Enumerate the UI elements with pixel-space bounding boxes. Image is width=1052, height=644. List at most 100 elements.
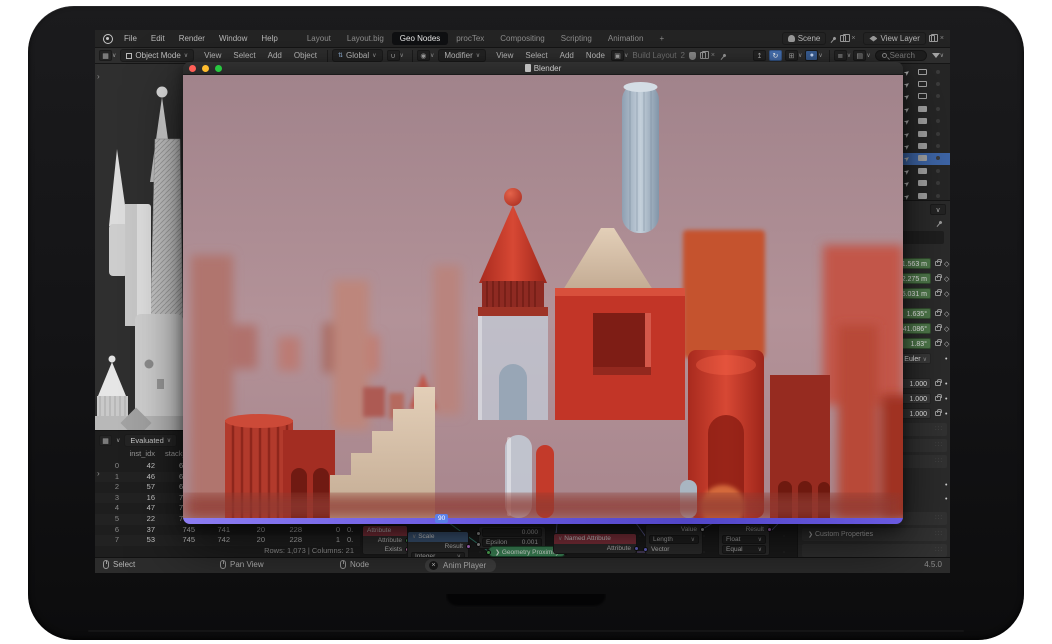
- modifier-selector[interactable]: Modifier∨: [438, 49, 486, 62]
- socket-value-in[interactable]: [476, 531, 481, 536]
- socket-result-out[interactable]: [767, 527, 772, 532]
- viewport-menu-object[interactable]: Object: [288, 51, 323, 60]
- viewport-menu-view[interactable]: View: [198, 51, 227, 60]
- value-field[interactable]: 0.000: [482, 528, 542, 537]
- scene-copy-icon[interactable]: [840, 35, 846, 42]
- compare-operation-dropdown[interactable]: Equal∨: [722, 545, 766, 554]
- viewport-visibility-icon[interactable]: [918, 118, 927, 124]
- menu-help[interactable]: Help: [254, 34, 284, 43]
- current-frame-indicator[interactable]: 90: [435, 514, 448, 523]
- node-group-pin-icon[interactable]: [722, 53, 726, 57]
- selectable-toggle-icon[interactable]: ➤: [902, 142, 912, 152]
- viewport-editor-type-icon[interactable]: ▦: [99, 50, 112, 61]
- spreadsheet-editor-icon[interactable]: ▦: [99, 435, 112, 446]
- viewport-visibility-icon[interactable]: [918, 180, 927, 186]
- blender-logo-icon[interactable]: [103, 34, 113, 44]
- mode-selector[interactable]: Object Mode∨: [120, 49, 194, 62]
- workspace-tab-layout[interactable]: Layout: [299, 32, 339, 45]
- menu-render[interactable]: Render: [172, 34, 212, 43]
- scene-pin-icon[interactable]: [833, 36, 837, 40]
- anim-player-button[interactable]: × Anim Player: [425, 559, 496, 572]
- transform-orientation-selector[interactable]: ⇅ Global∨: [332, 49, 383, 62]
- workspace-tab-geo-nodes[interactable]: Geo Nodes: [392, 32, 448, 45]
- node-menu-view[interactable]: View: [490, 51, 519, 60]
- keyframe-icon[interactable]: ◇: [944, 338, 949, 351]
- node-group-icon[interactable]: ▣: [611, 50, 624, 61]
- viewport-expand-chevron[interactable]: ›: [97, 72, 100, 81]
- selectable-toggle-icon[interactable]: ➤: [902, 68, 912, 78]
- view-layer-remove-icon[interactable]: ×: [940, 35, 944, 42]
- view-layer-copy-icon[interactable]: [929, 35, 935, 42]
- viewport-visibility-icon[interactable]: [918, 168, 927, 174]
- viewport-visibility-icon[interactable]: [918, 143, 927, 149]
- socket-result[interactable]: [466, 544, 471, 549]
- menu-window[interactable]: Window: [212, 34, 254, 43]
- selectable-toggle-icon[interactable]: ➤: [902, 179, 912, 189]
- table-row[interactable]: 7537457422022810.: [95, 535, 360, 546]
- outliner-editor-icon[interactable]: ▤: [853, 50, 866, 61]
- keyframe-icon[interactable]: ◇: [944, 288, 949, 301]
- lock-icon[interactable]: [935, 411, 941, 416]
- snap-toggle-icon[interactable]: ∪: [387, 50, 400, 61]
- node-menu-node[interactable]: Node: [580, 51, 611, 60]
- workspace-tab-scripting[interactable]: Scripting: [553, 32, 600, 45]
- node-title[interactable]: ∨ Scale: [408, 532, 468, 542]
- custom-properties-panel[interactable]: ❯ Custom Properties:::: [802, 528, 947, 541]
- node-vector-math[interactable]: Value Length∨ Vector: [645, 524, 703, 555]
- outliner-display-mode-icon[interactable]: ≣: [834, 50, 847, 61]
- viewport-visibility-icon[interactable]: [918, 106, 927, 112]
- render-window-titlebar[interactable]: Blender: [183, 62, 903, 75]
- animate-dot[interactable]: •: [945, 393, 947, 406]
- view-layer-selector[interactable]: View Layer: [863, 32, 925, 45]
- workspace-tab-compositing[interactable]: Compositing: [492, 32, 552, 45]
- workspace-tab-proctex[interactable]: procTex: [448, 32, 492, 45]
- viewport-visibility-icon[interactable]: [918, 193, 927, 199]
- keyframe-icon[interactable]: ◇: [944, 308, 949, 321]
- viewport-menu-add[interactable]: Add: [262, 51, 288, 60]
- socket-vector-in[interactable]: [643, 547, 648, 552]
- scene-unlink-icon[interactable]: ×: [851, 35, 855, 42]
- lock-icon[interactable]: [935, 276, 941, 281]
- lock-icon[interactable]: [935, 341, 941, 346]
- node-compare[interactable]: Result Float∨ Equal∨: [718, 524, 770, 556]
- vector-math-operation-dropdown[interactable]: Length∨: [649, 535, 699, 544]
- viewport-visibility-icon[interactable]: [918, 81, 927, 87]
- outliner-filter-icon[interactable]: [932, 53, 940, 58]
- lock-icon[interactable]: [935, 396, 941, 401]
- outliner-search-input[interactable]: Search: [875, 50, 927, 61]
- keyframe-icon[interactable]: ◇: [944, 323, 949, 336]
- properties-pin-icon[interactable]: [938, 220, 942, 224]
- node-menu-select[interactable]: Select: [519, 51, 553, 60]
- viewport-menu-select[interactable]: Select: [227, 51, 261, 60]
- overlay-sphere-icon[interactable]: ●: [805, 50, 818, 61]
- node-editor-type-icon[interactable]: ◉: [417, 50, 430, 61]
- compare-type-dropdown[interactable]: Float∨: [722, 535, 766, 544]
- selectable-toggle-icon[interactable]: ➤: [902, 117, 912, 127]
- selectable-toggle-icon[interactable]: ➤: [902, 167, 912, 177]
- auto-refresh-icon[interactable]: ↻: [769, 50, 782, 61]
- node-title[interactable]: ∨ Named Attribute: [554, 534, 636, 544]
- socket-epsilon-in[interactable]: [476, 542, 481, 547]
- node-attribute-left[interactable]: Attribute Attribute Exists: [362, 525, 408, 555]
- animate-dot[interactable]: •: [945, 482, 947, 489]
- scene-selector[interactable]: Scene: [782, 32, 827, 45]
- playback-progress-bar[interactable]: [183, 518, 903, 524]
- node-menu-add[interactable]: Add: [554, 51, 580, 60]
- lock-icon[interactable]: [935, 291, 941, 296]
- selectable-toggle-icon[interactable]: ➤: [902, 92, 912, 102]
- animate-dot[interactable]: •: [945, 378, 947, 391]
- keyframe-icon[interactable]: ◇: [944, 258, 949, 271]
- viewport-visibility-icon[interactable]: [918, 131, 927, 137]
- viewport-visibility-icon[interactable]: [918, 155, 927, 161]
- node-snapping-icon[interactable]: ⊞: [785, 50, 798, 61]
- node-group-unlink-icon[interactable]: ×: [711, 52, 715, 59]
- socket-geometry-in[interactable]: [486, 550, 491, 555]
- viewport-visibility-icon[interactable]: [918, 93, 927, 99]
- selectable-toggle-icon[interactable]: ➤: [902, 80, 912, 90]
- selectable-toggle-icon[interactable]: ➤: [902, 105, 912, 115]
- node-group-copy-icon[interactable]: [700, 52, 706, 59]
- menu-edit[interactable]: Edit: [144, 34, 172, 43]
- column-header-inst-idx[interactable]: inst_idx: [95, 449, 155, 458]
- viewport-visibility-icon[interactable]: [918, 69, 927, 75]
- selectable-toggle-icon[interactable]: ➤: [902, 192, 912, 200]
